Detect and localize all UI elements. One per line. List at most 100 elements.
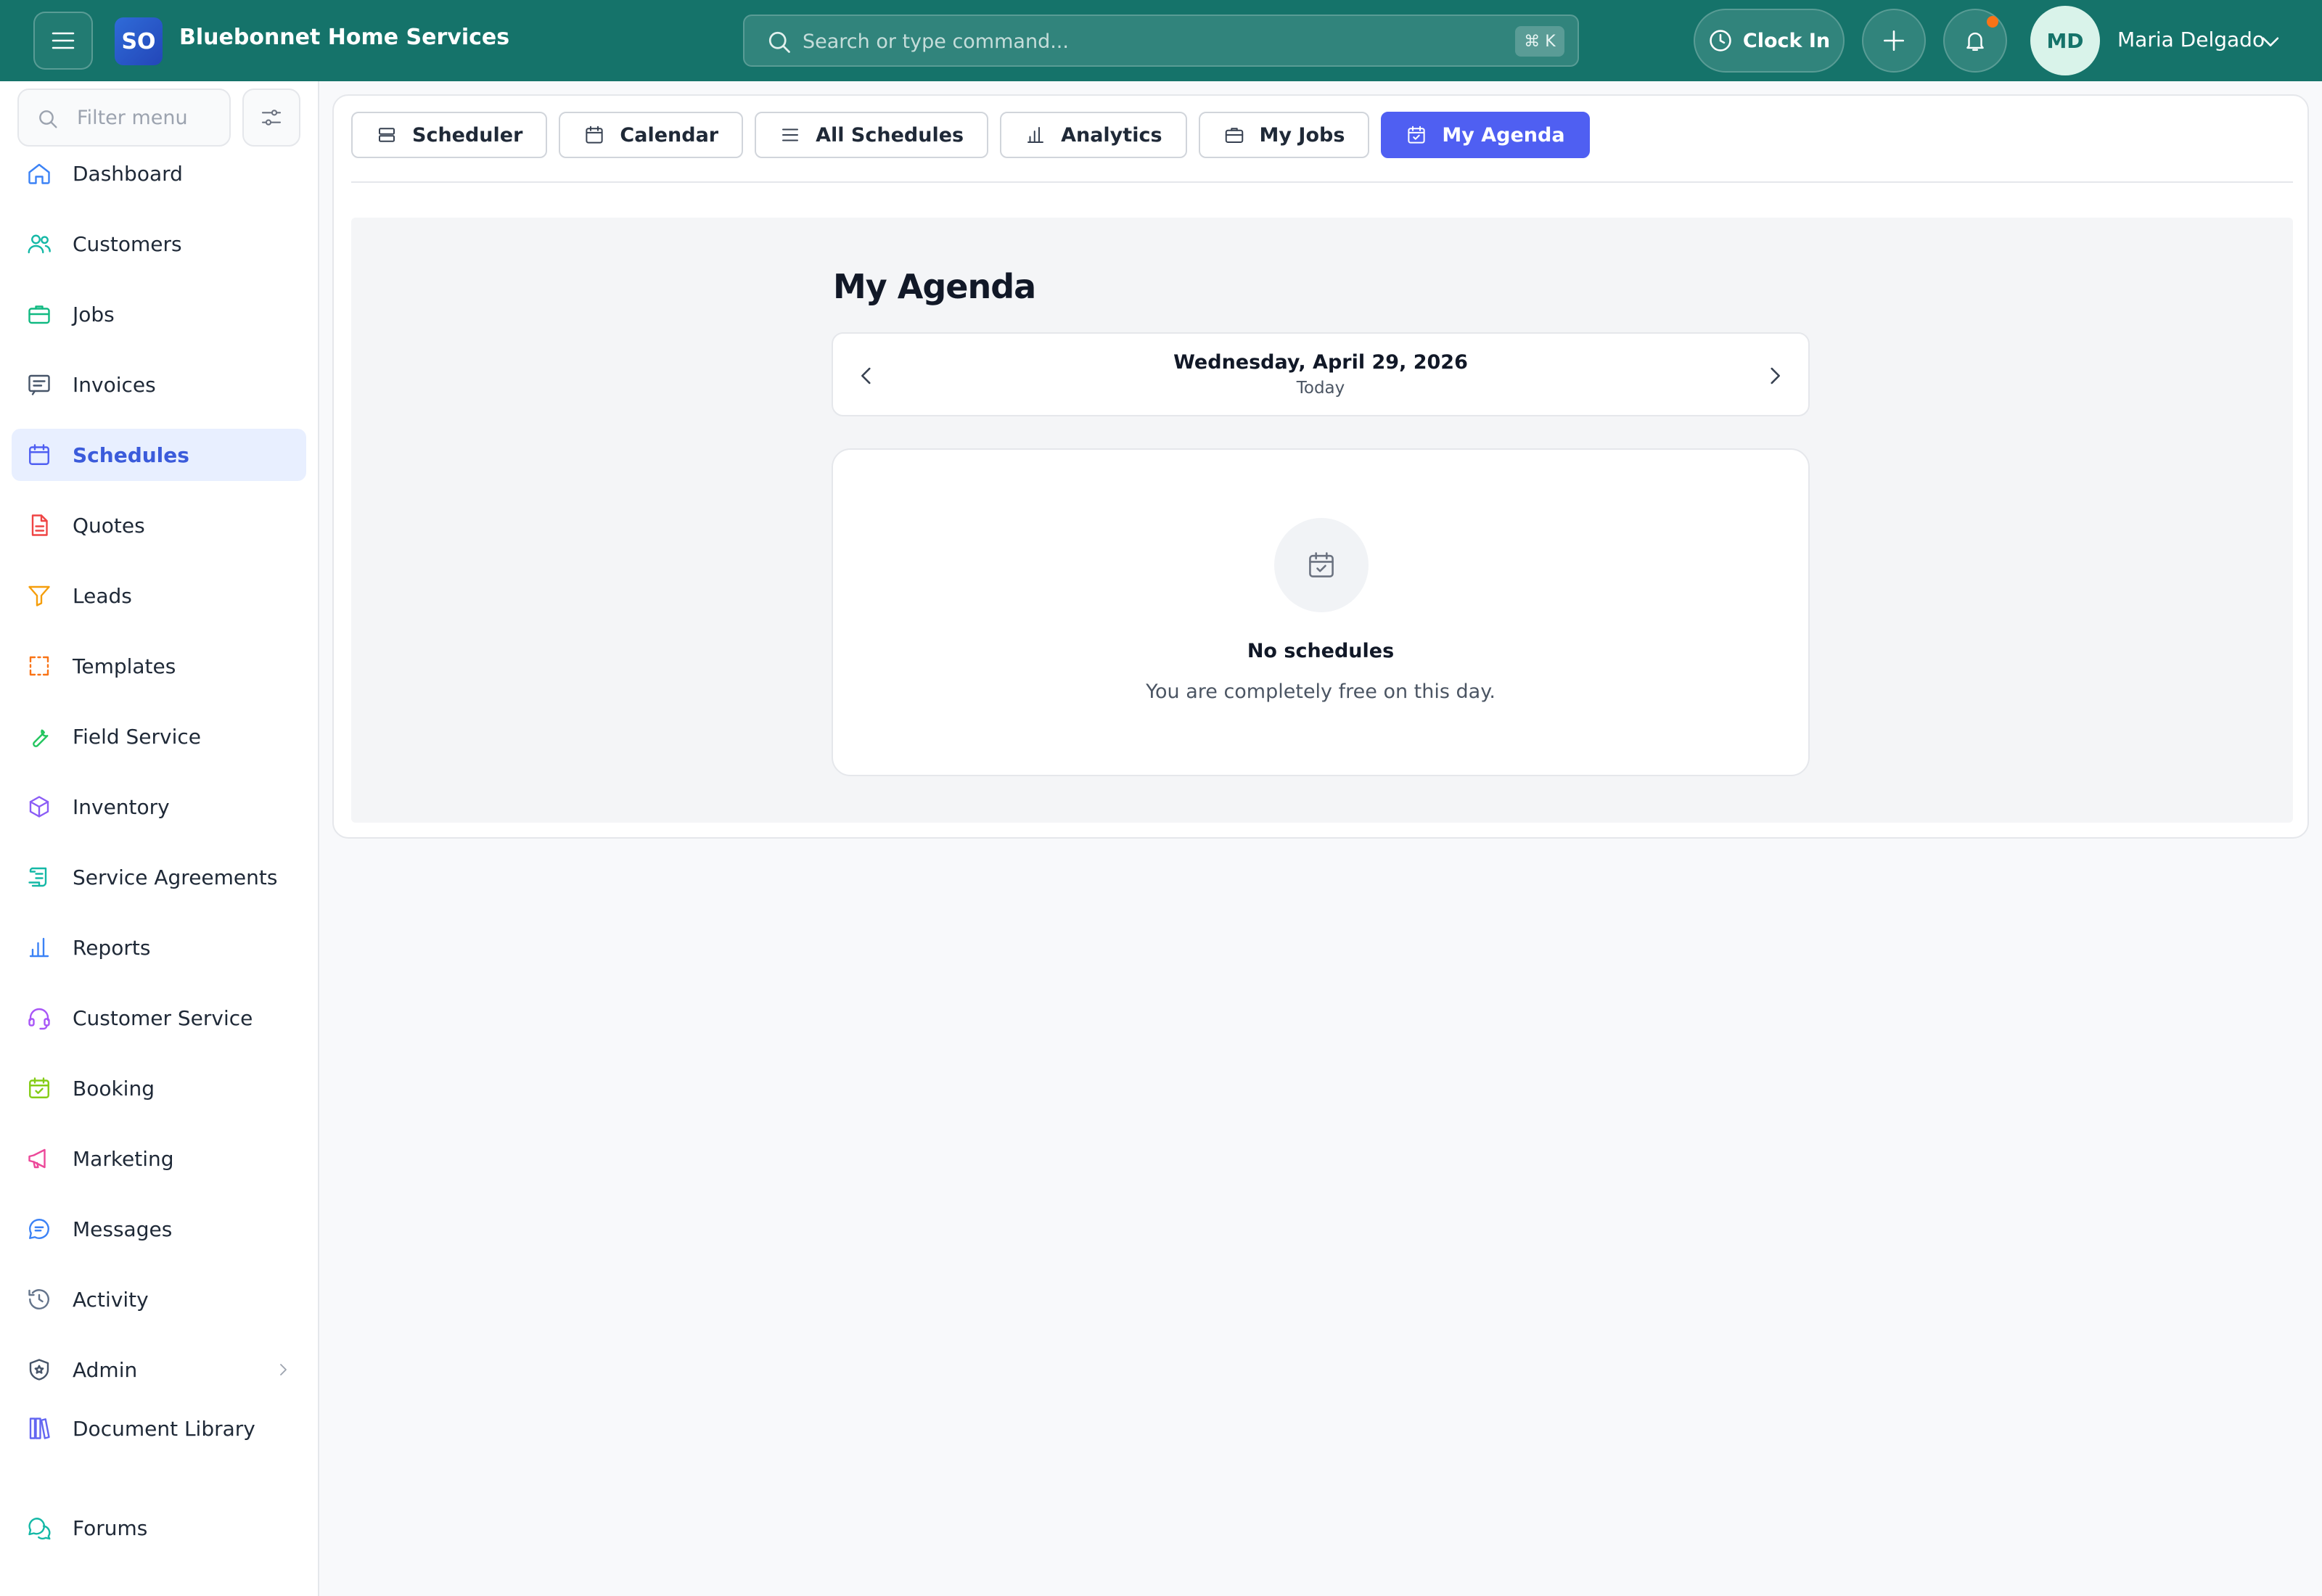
search-icon	[39, 110, 57, 128]
user-name[interactable]: Maria Delgado	[2117, 28, 2265, 52]
list-icon	[779, 124, 801, 146]
chevron-right-icon[interactable]	[274, 1361, 292, 1378]
tabs-divider	[351, 181, 2293, 183]
bar-chart-icon	[26, 934, 52, 961]
sidebar-item-forums[interactable]: Forums	[12, 1502, 306, 1554]
empty-state-subtitle: You are completely free on this day.	[1146, 680, 1496, 703]
sidebar-item-dashboard[interactable]: Dashboard	[12, 147, 306, 200]
sidebar-item-templates[interactable]: Templates	[12, 640, 306, 692]
filter-menu[interactable]	[17, 89, 231, 147]
tab-label: My Jobs	[1259, 123, 1345, 147]
history-icon	[26, 1286, 52, 1312]
sidebar-item-document-library[interactable]: Document Library	[12, 1402, 306, 1455]
command-search[interactable]: ⌘ K	[743, 15, 1579, 67]
sidebar-item-leads[interactable]: Leads	[12, 569, 306, 622]
tab-my-jobs[interactable]: My Jobs	[1198, 112, 1370, 158]
briefcase-icon	[26, 301, 52, 327]
invoice-icon	[26, 371, 52, 398]
empty-state-title: No schedules	[1247, 640, 1395, 662]
current-date: Wednesday, April 29, 2026	[1173, 351, 1468, 374]
sidebar-item-activity[interactable]: Activity	[12, 1273, 306, 1325]
menu-toggle-button[interactable]	[33, 12, 93, 70]
headset-icon	[26, 1005, 52, 1031]
tab-all-schedules[interactable]: All Schedules	[755, 112, 989, 158]
menu-settings-button[interactable]	[242, 89, 300, 147]
sidebar-item-booking[interactable]: Booking	[12, 1062, 306, 1114]
brand-name[interactable]: Bluebonnet Home Services	[179, 25, 509, 50]
sidebar-item-inventory[interactable]: Inventory	[12, 781, 306, 833]
schedule-tabs: Scheduler Calendar All Schedules Analytics M…	[351, 112, 1590, 158]
sidebar-item-jobs[interactable]: Jobs	[12, 288, 306, 340]
tab-calendar[interactable]: Calendar	[559, 112, 744, 158]
megaphone-icon	[26, 1145, 52, 1172]
tab-label: Scheduler	[412, 123, 523, 147]
users-icon	[26, 231, 52, 257]
sidebar-item-service-agreements[interactable]: Service Agreements	[12, 851, 306, 903]
page-title: My Agenda	[833, 267, 1036, 306]
sidebar-item-label: Forums	[73, 1516, 148, 1540]
tab-scheduler[interactable]: Scheduler	[351, 112, 548, 158]
sidebar-item-admin[interactable]: Admin	[12, 1344, 306, 1396]
box-icon	[26, 794, 52, 820]
filter-menu-input[interactable]	[77, 103, 222, 132]
sidebar: Dashboard Customers Jobs Invoices Schedules Q…	[0, 81, 319, 1596]
library-icon	[26, 1415, 52, 1441]
sidebar-item-label: Dashboard	[73, 162, 183, 186]
date-navigator: Wednesday, April 29, 2026 Today	[832, 332, 1810, 416]
sidebar-item-label: Quotes	[73, 514, 145, 538]
sidebar-item-reports[interactable]: Reports	[12, 921, 306, 974]
sidebar-item-customer-service[interactable]: Customer Service	[12, 992, 306, 1044]
sliders-icon	[261, 110, 282, 126]
message-icon	[26, 1216, 52, 1242]
sidebar-item-label: Marketing	[73, 1147, 174, 1171]
empty-state-card: No schedules You are completely free on …	[832, 448, 1810, 776]
sidebar-item-label: Service Agreements	[73, 865, 278, 889]
tab-my-agenda[interactable]: My Agenda	[1381, 112, 1590, 158]
bar-chart-icon	[1025, 124, 1046, 146]
user-avatar[interactable]: MD	[2030, 6, 2100, 75]
sidebar-item-marketing[interactable]: Marketing	[12, 1132, 306, 1185]
brand-logo[interactable]: SO	[115, 17, 163, 65]
top-bar: SO Bluebonnet Home Services ⌘ K Clock In…	[0, 0, 2322, 81]
sidebar-item-label: Schedules	[73, 443, 189, 467]
sidebar-item-label: Leads	[73, 584, 132, 608]
notifications-button[interactable]	[1943, 9, 2007, 73]
layers-icon	[376, 124, 398, 146]
funnel-icon	[26, 583, 52, 609]
sidebar-item-quotes[interactable]: Quotes	[12, 499, 306, 551]
empty-state-icon-circle	[1274, 518, 1369, 612]
tab-label: Calendar	[620, 123, 719, 147]
shield-icon	[26, 1357, 52, 1383]
chat-bubbles-icon	[26, 1515, 52, 1541]
template-icon	[26, 653, 52, 679]
sidebar-item-customers[interactable]: Customers	[12, 218, 306, 270]
chevron-down-icon[interactable]	[2258, 29, 2283, 54]
sidebar-item-label: Invoices	[73, 373, 156, 397]
search-shortcut-badge: ⌘ K	[1515, 26, 1564, 57]
quick-add-button[interactable]	[1862, 9, 1926, 73]
sidebar-item-label: Activity	[73, 1288, 149, 1312]
clock-icon	[1710, 30, 1731, 52]
search-input[interactable]	[803, 26, 1456, 57]
calendar-check-icon	[1309, 552, 1334, 577]
search-icon	[768, 31, 790, 53]
sidebar-item-label: Document Library	[73, 1417, 255, 1441]
scroll-icon	[26, 864, 52, 890]
sidebar-item-label: Messages	[73, 1217, 173, 1241]
sidebar-item-label: Inventory	[73, 795, 170, 819]
bell-icon	[1966, 32, 1984, 51]
next-day-button[interactable]	[1757, 358, 1792, 393]
sidebar-item-label: Customer Service	[73, 1006, 253, 1030]
tab-label: All Schedules	[816, 123, 964, 147]
sidebar-item-messages[interactable]: Messages	[12, 1203, 306, 1255]
sidebar-item-label: Field Service	[73, 725, 202, 749]
clock-in-button[interactable]: Clock In	[1694, 9, 1845, 73]
sidebar-item-invoices[interactable]: Invoices	[12, 358, 306, 411]
sidebar-item-schedules[interactable]: Schedules	[12, 429, 306, 481]
calendar-check-icon	[26, 1075, 52, 1101]
chevron-right-icon	[1771, 367, 1780, 384]
sidebar-item-field-service[interactable]: Field Service	[12, 710, 306, 762]
home-icon	[26, 160, 52, 186]
tab-label: Analytics	[1061, 123, 1162, 147]
tab-analytics[interactable]: Analytics	[1000, 112, 1187, 158]
